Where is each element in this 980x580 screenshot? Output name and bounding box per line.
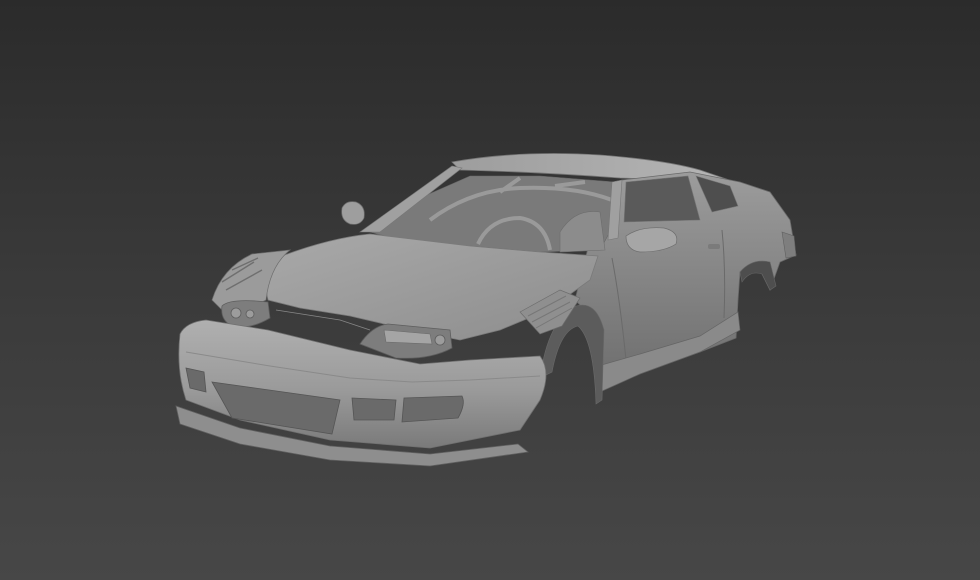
right-grille [351,397,397,421]
left-mirror [341,201,365,225]
right-grille-2 [401,395,464,423]
left-headlight-lamp [230,307,242,319]
right-headlight-lamp [434,334,446,346]
car-body-model[interactable] [0,0,980,580]
left-headlight-lamp-2 [245,309,255,319]
door-handle [708,244,720,249]
side-window [623,175,701,223]
3d-viewport[interactable] [0,0,980,580]
